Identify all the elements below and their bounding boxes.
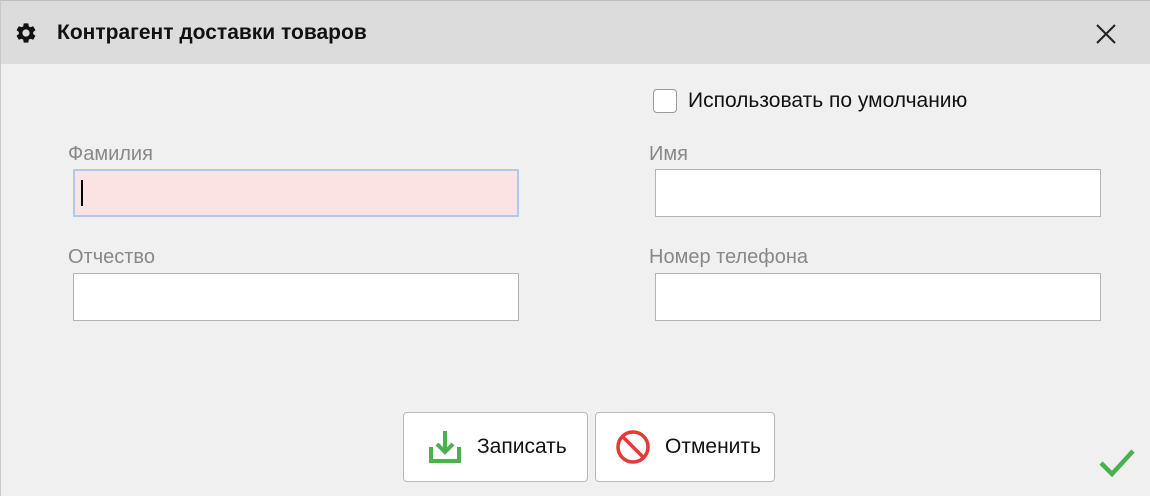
check-icon <box>1099 449 1135 478</box>
title-bar: Контрагент доставки товаров <box>1 1 1150 64</box>
cancel-button[interactable]: Отменить <box>595 412 775 482</box>
phone-field[interactable] <box>655 273 1101 321</box>
default-checkbox[interactable] <box>653 89 677 113</box>
last-name-label: Фамилия <box>68 143 153 165</box>
save-button-label: Записать <box>477 435 567 458</box>
patronymic-field[interactable] <box>73 273 519 321</box>
first-name-field[interactable] <box>655 169 1101 217</box>
close-icon[interactable] <box>1089 17 1123 51</box>
first-name-label: Имя <box>649 143 688 165</box>
default-checkbox-row[interactable]: Использовать по умолчанию <box>653 87 967 115</box>
contractor-dialog: Контрагент доставки товаров Использовать… <box>0 0 1150 496</box>
gear-icon <box>16 23 36 43</box>
patronymic-label: Отчество <box>68 246 155 268</box>
last-name-field[interactable] <box>73 169 519 217</box>
save-button[interactable]: Записать <box>403 412 588 482</box>
phone-label: Номер телефона <box>649 246 809 268</box>
cancel-button-label: Отменить <box>665 435 761 458</box>
download-icon <box>429 431 461 463</box>
text-caret <box>81 180 83 206</box>
dialog-title: Контрагент доставки товаров <box>57 21 367 44</box>
default-checkbox-label: Использовать по умолчанию <box>688 89 968 112</box>
cancel-icon <box>616 430 650 464</box>
